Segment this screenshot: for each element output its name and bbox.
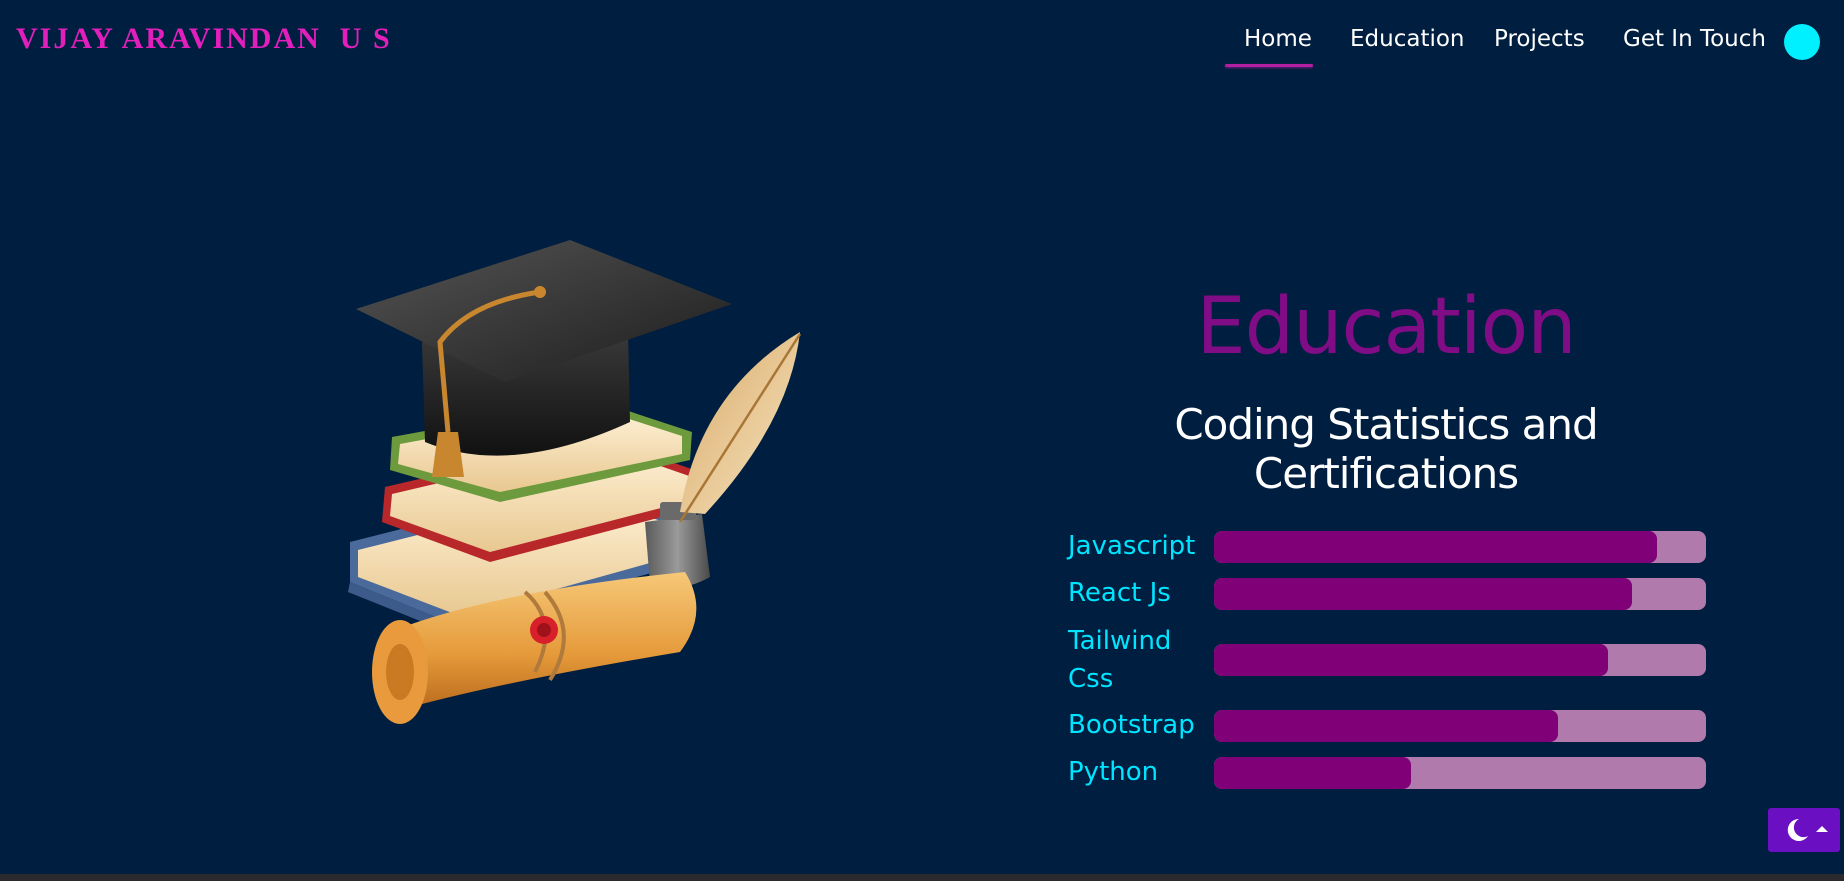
theme-fab-button[interactable] [1768,808,1840,852]
skill-progress-fill [1214,757,1411,789]
skill-label: Python [1068,757,1159,787]
nav-get-in-touch[interactable]: Get In Touch [1623,26,1766,52]
skill-progress-track [1214,757,1706,789]
skill-progress-track [1214,531,1706,563]
section-subtitle: Coding Statistics and Certifications [1174,400,1598,498]
nav-education[interactable]: Education [1350,26,1465,52]
skill-label: Javascript [1068,531,1196,561]
skill-progress-fill [1214,531,1657,563]
nav-home[interactable]: Home [1244,26,1312,52]
bottom-edge-bar [0,874,1844,881]
brand-logo[interactable]: VIJAY ARAVINDAN U S [16,22,392,56]
caret-up-icon [1816,826,1828,832]
skill-label: Tailwind Css [1068,626,1172,694]
skill-progress-track [1214,578,1706,610]
skill-label: React Js [1068,578,1171,608]
skill-progress-fill [1214,644,1608,676]
section-title: Education [1196,282,1576,372]
skill-progress-track [1214,710,1706,742]
page: VIJAY ARAVINDAN U S Home Education Proje… [0,0,1844,881]
skill-progress-fill [1214,578,1633,610]
moon-icon [1787,818,1828,841]
skill-progress-fill [1214,710,1559,742]
skill-label: Bootstrap [1068,710,1195,740]
theme-toggle-dot[interactable] [1784,24,1820,60]
education-illustration-icon [348,240,802,724]
nav-active-indicator [1225,64,1313,67]
nav-projects[interactable]: Projects [1494,26,1585,52]
skill-progress-track [1214,644,1706,676]
